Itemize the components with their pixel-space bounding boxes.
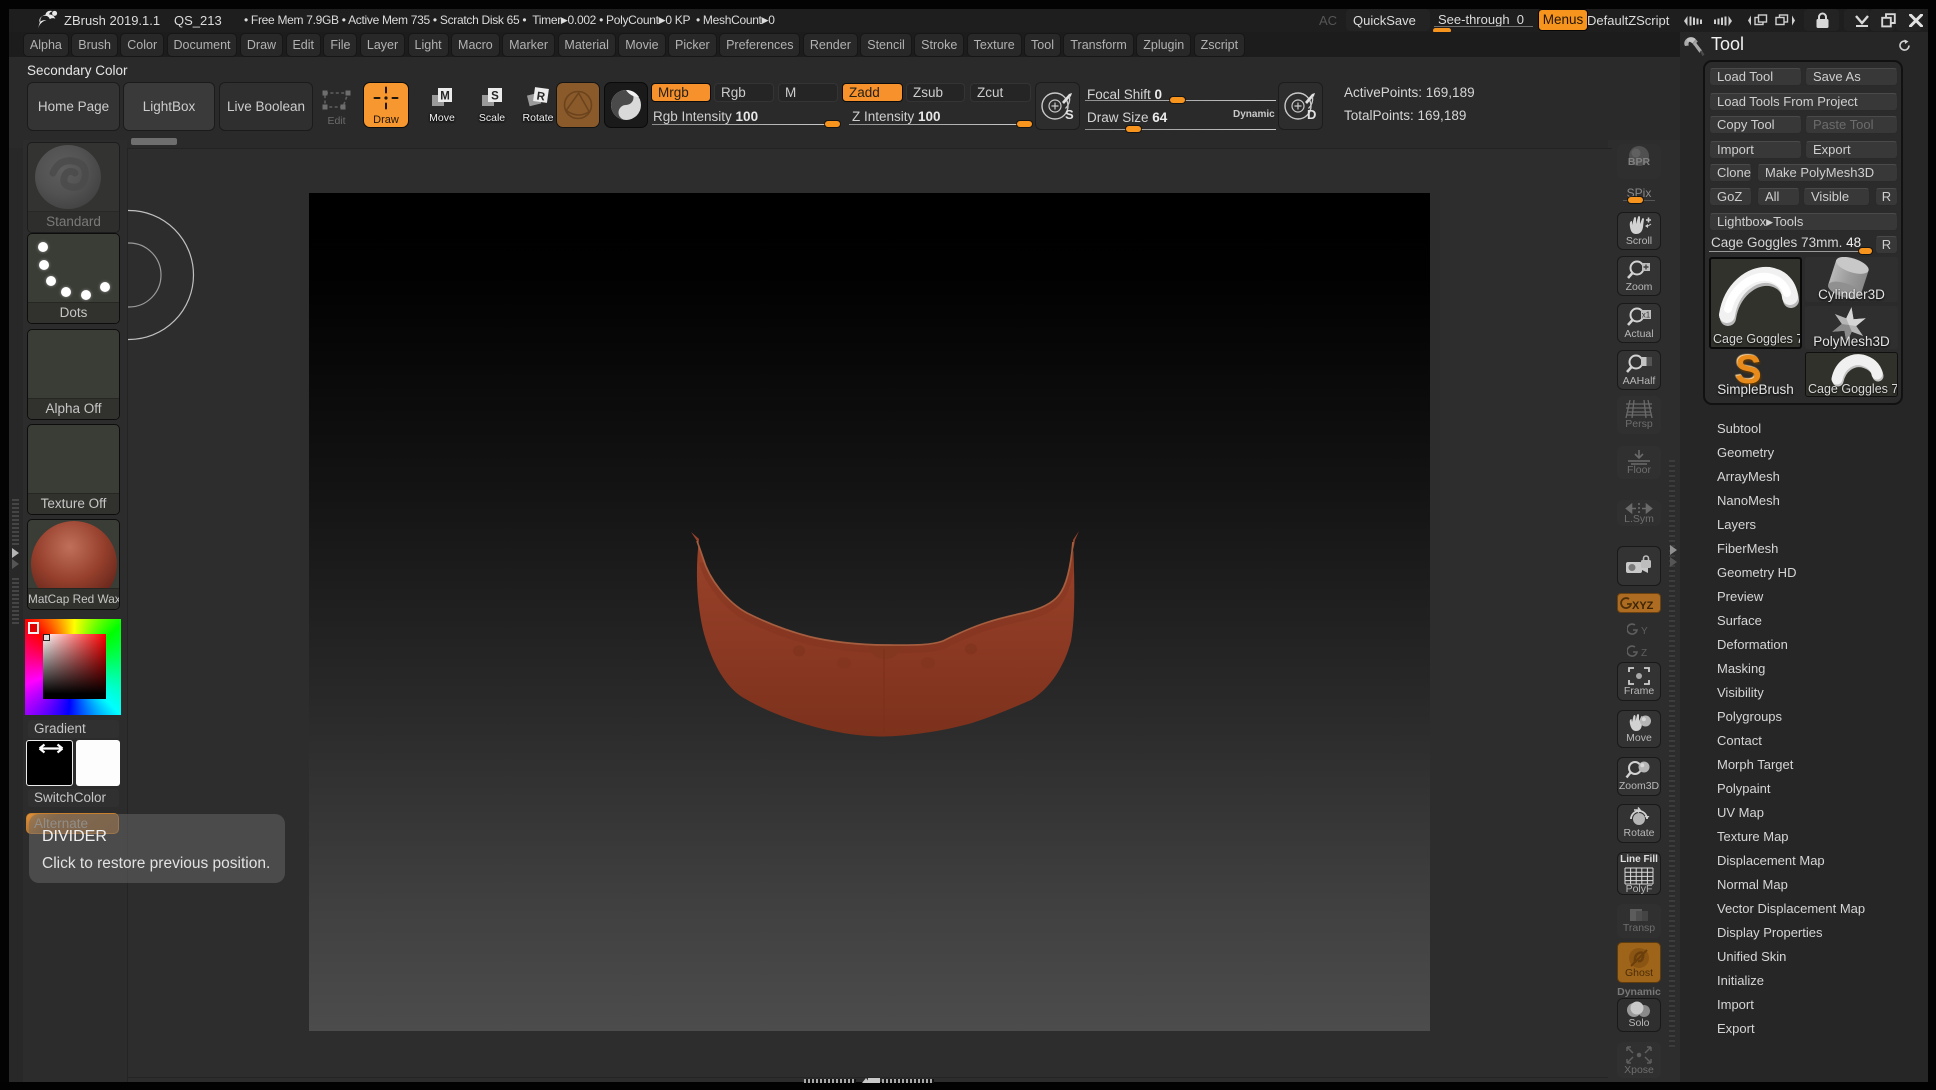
svg-text:M: M [440, 91, 450, 103]
svg-text:S: S [491, 91, 499, 103]
svg-text:XYZ: XYZ [1632, 600, 1654, 612]
svg-text:S: S [1065, 107, 1074, 122]
svg-text:x1: x1 [1642, 311, 1651, 320]
svg-text:Z: Z [1641, 648, 1647, 658]
svg-text:Y: Y [1641, 626, 1648, 636]
svg-text:D: D [1307, 107, 1316, 122]
